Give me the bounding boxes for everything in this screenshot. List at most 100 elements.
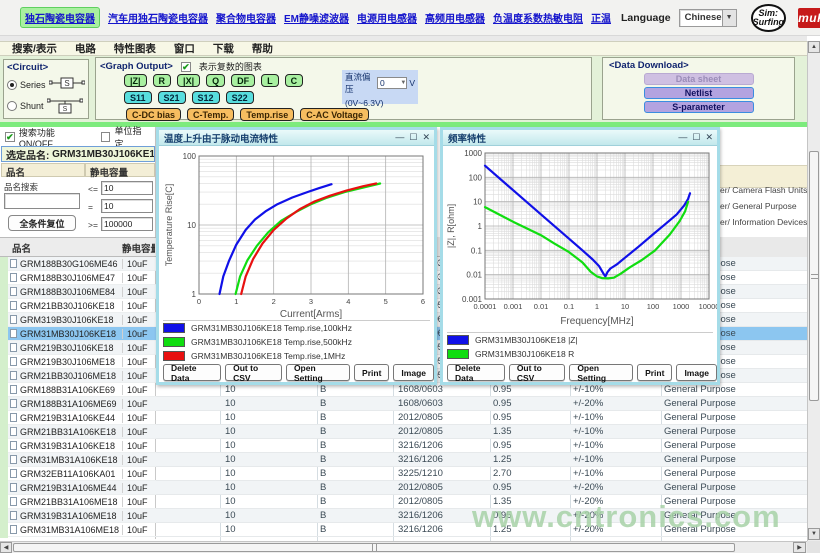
netlist-button[interactable]: Netlist (644, 87, 754, 99)
part-list-row[interactable]: GRM188B30J106ME8410uF (8, 285, 156, 299)
minimize-icon[interactable]: — (395, 133, 404, 142)
delete-data-button[interactable]: Delete Data (447, 364, 505, 381)
graph-button-s22[interactable]: S22 (226, 91, 254, 104)
part-list-row[interactable]: GRM319B30J106KE1810uF (8, 313, 156, 327)
nav-link[interactable]: 汽车用独石陶瓷电容器 (108, 10, 208, 25)
menu-item[interactable]: 特性图表 (114, 41, 156, 56)
menu-item[interactable]: 下载 (213, 41, 234, 56)
graph-button-s12[interactable]: S12 (192, 91, 220, 104)
menu-item[interactable]: 搜索/表示 (12, 41, 57, 56)
part-list-row[interactable]: GRM31MB30J106KE1810uF (8, 327, 156, 341)
menu-item[interactable]: 电路 (75, 41, 96, 56)
s-parameter-button[interactable]: S-parameter (644, 101, 754, 113)
graph-button-l[interactable]: L (261, 74, 279, 87)
graph-button-s11[interactable]: S11 (124, 91, 152, 104)
maximize-icon[interactable]: ☐ (692, 133, 700, 142)
table-row[interactable]: 10B2012/08050.95+/-10%General Purpose (156, 411, 807, 425)
part-list-row[interactable]: GRM219B30J106ME1810uF (8, 355, 156, 369)
part-list-row[interactable]: GRM319B31A106KE1810uF (8, 439, 156, 453)
open-setting-button[interactable]: Open Setting (569, 364, 633, 381)
graph-button-temp-rise[interactable]: Temp.rise (240, 108, 294, 121)
graph-button-q[interactable]: Q (206, 74, 225, 87)
unit-spec-checkbox[interactable] (101, 132, 111, 142)
graph-button-c-temp-[interactable]: C-Temp. (187, 108, 234, 121)
usage-filter-item[interactable]: er/ Information Devices (720, 217, 807, 227)
graph-button-s21[interactable]: S21 (158, 91, 186, 104)
image-button[interactable]: Image (393, 364, 434, 381)
part-list-row[interactable]: GRM319B31A106ME1810uF (8, 509, 156, 523)
graph-button-x[interactable]: |X| (177, 74, 200, 87)
graph-button-c-dc-bias[interactable]: C-DC bias (126, 108, 181, 121)
graph-button-df[interactable]: DF (231, 74, 255, 87)
part-list-row[interactable]: GRM188B30G106ME4610uF (8, 257, 156, 271)
dc-bias-input[interactable]: 0 ▼ (377, 77, 407, 89)
horizontal-scrollbar[interactable]: ◀ ▶ (0, 541, 807, 553)
part-list-row[interactable]: GRM219B31A106ME4410uF (8, 481, 156, 495)
scroll-up-icon[interactable]: ▲ (808, 41, 820, 53)
menu-item[interactable]: 窗口 (174, 41, 195, 56)
table-row[interactable]: 10B1608/06030.95+/-20%General Purpose (156, 397, 807, 411)
scroll-down-icon[interactable]: ▼ (808, 528, 820, 540)
menu-item[interactable]: 帮助 (252, 41, 273, 56)
part-list-row[interactable]: GRM31MB31A106KE1810uF (8, 453, 156, 467)
part-list-row[interactable]: GRM219B30J106KE1810uF (8, 341, 156, 355)
delete-data-button[interactable]: Delete Data (163, 364, 221, 381)
out-to-csv-button[interactable]: Out to CSV (509, 364, 566, 381)
print-button[interactable]: Print (354, 364, 389, 381)
vertical-scrollbar[interactable]: ▲ ▼ (807, 41, 820, 541)
part-list-row[interactable]: GRM188B31A106ME6910uF (8, 397, 156, 411)
cap-filter-input[interactable]: 10 (101, 199, 153, 213)
open-setting-button[interactable]: Open Setting (286, 364, 350, 381)
scroll-left-icon[interactable]: ◀ (0, 542, 12, 553)
table-row[interactable]: 10B3216/12060.95+/-10%General Purpose (156, 439, 807, 453)
vertical-scroll-thumb[interactable] (809, 151, 819, 401)
cap-filter-input[interactable]: 100000 (101, 217, 153, 231)
part-list-row[interactable]: GRM188B31A106KE6910uF (8, 383, 156, 397)
nav-link[interactable]: 高频用电感器 (425, 10, 485, 25)
nav-link[interactable]: EM静噪滤波器 (284, 10, 349, 25)
nav-link[interactable]: 聚合物电容器 (216, 10, 276, 25)
multi-graph-checkbox[interactable]: ✔ (181, 62, 191, 72)
scroll-right-icon[interactable]: ▶ (793, 542, 806, 553)
maximize-icon[interactable]: ☐ (409, 133, 417, 142)
table-row[interactable]: 10B1608/06030.95+/-10%General Purpose (156, 383, 807, 397)
radio-button[interactable] (7, 80, 17, 90)
chevron-down-icon[interactable]: ▼ (722, 10, 736, 26)
circuit-option[interactable]: ShuntS (7, 97, 85, 115)
nav-link[interactable]: 正温 (591, 10, 611, 25)
table-row[interactable]: 10B3225/12102.70+/-10%General Purpose (156, 467, 807, 481)
part-list-row[interactable]: GRM21BB31A106ME1810uF (8, 495, 156, 509)
table-row[interactable]: 10B2012/08051.35+/-10%General Purpose (156, 425, 807, 439)
graph-button-c-ac-voltage[interactable]: C-AC Voltage (300, 108, 369, 121)
name-search-input[interactable] (4, 193, 80, 209)
part-list-row[interactable]: GRM219B31A106KE4410uF (8, 411, 156, 425)
reset-all-button[interactable]: 全条件复位 (8, 215, 76, 231)
graph-button-r[interactable]: R (153, 74, 172, 87)
circuit-option[interactable]: SeriesS (7, 76, 85, 94)
search-onoff-checkbox[interactable]: ✔ (5, 132, 15, 142)
image-button[interactable]: Image (676, 364, 717, 381)
close-icon[interactable]: ✕ (705, 133, 713, 142)
window-titlebar[interactable]: 温度上升由于脉动电流特性 — ☐ ✕ (159, 130, 434, 146)
horizontal-scroll-thumb[interactable] (13, 543, 735, 552)
window-titlebar[interactable]: 频率特性 — ☐ ✕ (443, 130, 717, 146)
part-list-row[interactable]: GRM32EB11A106KA0110uF (8, 467, 156, 481)
out-to-csv-button[interactable]: Out to CSV (225, 364, 282, 381)
table-row[interactable]: 10B3216/12061.25+/-10%General Purpose (156, 453, 807, 467)
nav-link[interactable]: 负温度系数热敏电阻 (493, 10, 583, 25)
cap-filter-input[interactable]: 10 (101, 181, 153, 195)
part-list-row[interactable]: GRM188B30J106ME4710uF (8, 271, 156, 285)
part-list-row[interactable]: GRM21BB30J106KE1810uF (8, 299, 156, 313)
graph-button-z[interactable]: |Z| (124, 74, 147, 87)
nav-link[interactable]: 电源用电感器 (357, 10, 417, 25)
radio-button[interactable] (7, 101, 17, 111)
nav-link[interactable]: 独石陶瓷电容器 (20, 7, 100, 28)
part-list-row[interactable]: GRM21BB30J106ME1810uF (8, 369, 156, 383)
part-list-row[interactable]: GRM31MB31A106ME1810uF (8, 523, 156, 537)
print-button[interactable]: Print (637, 364, 672, 381)
language-select[interactable]: Chinese ▼ (679, 9, 737, 27)
chevron-down-icon[interactable]: ▼ (400, 80, 406, 86)
graph-button-c[interactable]: C (285, 74, 304, 87)
close-icon[interactable]: ✕ (422, 133, 430, 142)
usage-filter-item[interactable]: er/ General Purpose (720, 201, 797, 211)
